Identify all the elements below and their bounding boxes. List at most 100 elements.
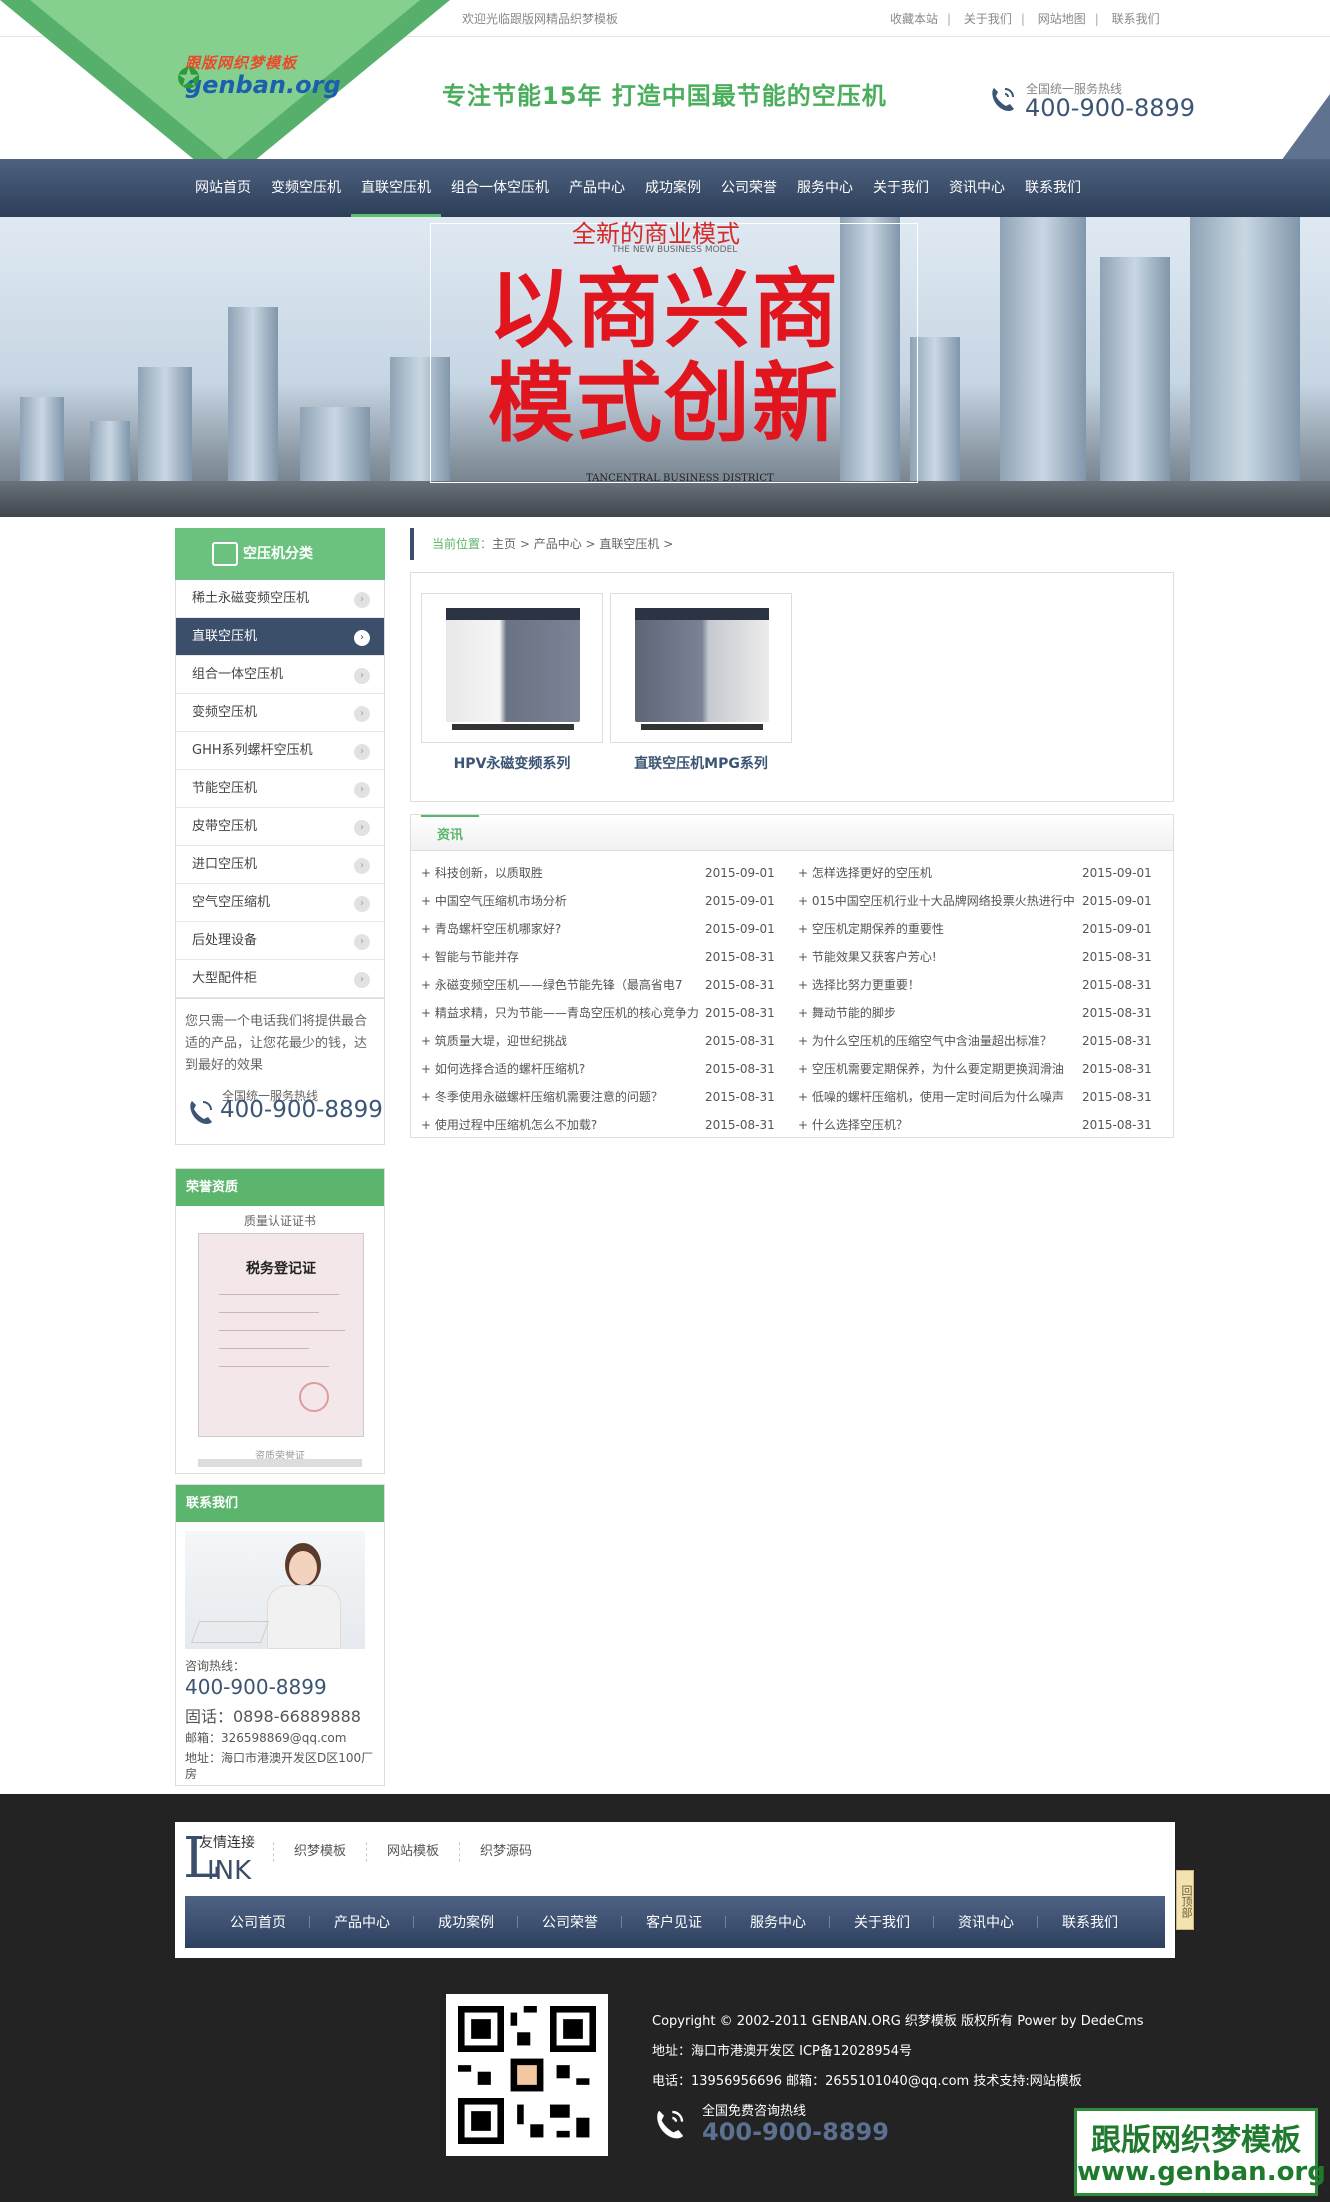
machine-top bbox=[446, 608, 580, 620]
news-item[interactable]: + 为什么空压机的压缩空气中含油量超出标准？ bbox=[798, 1027, 1074, 1055]
nav-item-news[interactable]: 资讯中心 bbox=[939, 159, 1015, 217]
category-item[interactable]: 稀土永磁变频空压机 › bbox=[176, 580, 384, 618]
machine-base bbox=[452, 724, 574, 730]
news-date: 2015-08-31 bbox=[1082, 978, 1152, 992]
footer-nav-products[interactable]: 产品中心 bbox=[310, 1912, 414, 1932]
top-link-sitemap[interactable]: 网站地图 bbox=[1038, 12, 1086, 26]
sidebar-heading: 空压机分类 bbox=[175, 528, 385, 580]
hotline-number: 400-900-8899 bbox=[1025, 94, 1196, 122]
nav-item-contact[interactable]: 联系我们 bbox=[1015, 159, 1091, 217]
news-item[interactable]: + 使用过程中压缩机怎么不加载? bbox=[421, 1111, 711, 1139]
category-item[interactable]: 组合一体空压机 › bbox=[176, 656, 384, 694]
honor-heading: 荣誉资质 bbox=[176, 1169, 384, 1206]
sidebar-note: 您只需一个电话我们将提供最合适的产品，让您花最少的钱，达到最好的效果 全国统一服… bbox=[175, 999, 385, 1145]
back-to-top-button[interactable]: 回顶部 bbox=[1176, 1870, 1194, 1930]
news-item[interactable]: + 青岛螺杆空压机哪家好? bbox=[421, 915, 711, 943]
footer-nav-testimonials[interactable]: 客户见证 bbox=[622, 1912, 726, 1932]
nav-item-about[interactable]: 关于我们 bbox=[863, 159, 939, 217]
footer-nav-contact[interactable]: 联系我们 bbox=[1038, 1912, 1142, 1932]
category-item[interactable]: 空气空压缩机 › bbox=[176, 884, 384, 922]
photo-face bbox=[289, 1551, 317, 1585]
site-logo[interactable]: ✪ 跟版网织梦模板 genban.org bbox=[177, 52, 341, 102]
nav-item-direct[interactable]: 直联空压机 bbox=[351, 159, 441, 217]
product-card[interactable] bbox=[610, 593, 792, 743]
honor-scrollbar[interactable] bbox=[198, 1459, 362, 1467]
category-item[interactable]: 皮带空压机 › bbox=[176, 808, 384, 846]
friend-link[interactable]: 网站模板 bbox=[366, 1842, 459, 1862]
top-link-about[interactable]: 关于我们 bbox=[964, 12, 1012, 26]
news-item[interactable]: + 舞动节能的脚步 bbox=[798, 999, 1074, 1027]
building-image bbox=[1100, 257, 1170, 517]
separator: | bbox=[1094, 12, 1099, 26]
news-item[interactable]: + 低噪的螺杆压缩机，使用一定时间后为什么噪声 bbox=[798, 1083, 1074, 1111]
logo-text-en: genban.org bbox=[185, 71, 341, 99]
news-date: 2015-08-31 bbox=[1082, 1062, 1152, 1076]
news-date: 2015-08-31 bbox=[1082, 1118, 1152, 1132]
compressor-image bbox=[635, 608, 769, 730]
news-item[interactable]: + 空压机定期保养的重要性 bbox=[798, 915, 1074, 943]
category-item[interactable]: GHH系列螺杆空压机 › bbox=[176, 732, 384, 770]
category-item[interactable]: 节能空压机 › bbox=[176, 770, 384, 808]
news-item[interactable]: + 冬季使用永磁螺杆压缩机需要注意的问题？ bbox=[421, 1083, 711, 1111]
news-date: 2015-09-01 bbox=[705, 866, 775, 880]
product-card[interactable] bbox=[421, 593, 603, 743]
breadcrumb-path[interactable]: 主页 > 产品中心 > 直联空压机 > bbox=[492, 537, 673, 551]
nav-item-service[interactable]: 服务中心 bbox=[787, 159, 863, 217]
footer-nav-about[interactable]: 关于我们 bbox=[830, 1912, 934, 1932]
chevron-right-icon: › bbox=[354, 934, 370, 950]
friend-links: 织梦模板 网站模板 织梦源码 bbox=[273, 1842, 552, 1862]
hero-banner[interactable]: 全新的商业模式 THE NEW BUSINESS MODEL 以商兴商 模式创新… bbox=[0, 217, 1330, 517]
news-item[interactable]: + 选择比努力更重要！ bbox=[798, 971, 1074, 999]
nav-item-vfd[interactable]: 变频空压机 bbox=[261, 159, 351, 217]
footer-nav-honor[interactable]: 公司荣誉 bbox=[518, 1912, 622, 1932]
news-item[interactable]: + 精益求精，只为节能——青岛空压机的核心竞争力 bbox=[421, 999, 701, 1027]
certificate-image[interactable]: 税务登记证 bbox=[198, 1233, 364, 1437]
photo-body bbox=[267, 1585, 341, 1649]
category-item[interactable]: 变频空压机 › bbox=[176, 694, 384, 732]
news-item[interactable]: + 节能效果又获客户芳心! bbox=[798, 943, 1074, 971]
news-item[interactable]: + 015中国空压机行业十大品牌网络投票火热进行中 bbox=[798, 887, 1074, 915]
news-item[interactable]: + 空压机需要定期保养，为什么要定期更换润滑油 bbox=[798, 1055, 1074, 1083]
news-item[interactable]: + 科技创新，以质取胜 bbox=[421, 859, 711, 887]
nav-item-home[interactable]: 网站首页 bbox=[185, 159, 261, 217]
nav-item-cases[interactable]: 成功案例 bbox=[635, 159, 711, 217]
news-date: 2015-08-31 bbox=[705, 978, 775, 992]
friend-links-box: L 友情连接 INK 织梦模板 网站模板 织梦源码 公司首页 产品中心 成功案例… bbox=[175, 1822, 1175, 1958]
link-letters: INK bbox=[207, 1856, 252, 1886]
news-item[interactable]: + 永磁变频空压机——绿色节能先锋（最高省电7 bbox=[421, 971, 701, 999]
chevron-right-icon: › bbox=[354, 782, 370, 798]
news-item[interactable]: + 如何选择合适的螺杆压缩机? bbox=[421, 1055, 711, 1083]
phone-icon bbox=[992, 88, 1014, 111]
news-item[interactable]: + 中国空气压缩机市场分析 bbox=[421, 887, 711, 915]
footer-nav-cases[interactable]: 成功案例 bbox=[414, 1912, 518, 1932]
news-item[interactable]: + 怎样选择更好的空压机 bbox=[798, 859, 1074, 887]
friend-link[interactable]: 织梦模板 bbox=[273, 1842, 366, 1862]
watermark-line1: 跟版网织梦模板 bbox=[1091, 2123, 1301, 2158]
nav-item-combo[interactable]: 组合一体空压机 bbox=[441, 159, 559, 217]
friend-link[interactable]: 织梦源码 bbox=[459, 1842, 552, 1862]
footer-nav-news[interactable]: 资讯中心 bbox=[934, 1912, 1038, 1932]
category-item[interactable]: 大型配件柜 › bbox=[176, 960, 384, 998]
qr-code bbox=[446, 1994, 608, 2156]
product-name[interactable]: 直联空压机MPG系列 bbox=[610, 753, 792, 773]
category-label: 节能空压机 bbox=[192, 781, 258, 796]
category-item[interactable]: 后处理设备 › bbox=[176, 922, 384, 960]
breadcrumb-prefix: 当前位置： bbox=[432, 537, 493, 551]
nav-item-honor[interactable]: 公司荣誉 bbox=[711, 159, 787, 217]
footer-nav-service[interactable]: 服务中心 bbox=[726, 1912, 830, 1932]
news-item[interactable]: + 智能与节能并存 bbox=[421, 943, 711, 971]
footer-nav-home[interactable]: 公司首页 bbox=[206, 1912, 310, 1932]
news-item[interactable]: + 筑质量大堤，迎世纪挑战 bbox=[421, 1027, 711, 1055]
top-link-bookmark[interactable]: 收藏本站 bbox=[890, 12, 938, 26]
category-item[interactable]: 进口空压机 › bbox=[176, 846, 384, 884]
news-date: 2015-09-01 bbox=[1082, 922, 1152, 936]
machine-body bbox=[635, 608, 769, 722]
category-item-active[interactable]: 直联空压机 › bbox=[176, 618, 384, 656]
product-name[interactable]: HPV永磁变频系列 bbox=[421, 753, 603, 773]
footer-nav: 公司首页 产品中心 成功案例 公司荣誉 客户见证 服务中心 关于我们 资讯中心 … bbox=[185, 1896, 1165, 1948]
news-item[interactable]: + 什么选择空压机？ bbox=[798, 1111, 1074, 1139]
banner-footer-text: TANCENTRAL BUSINESS DISTRICT bbox=[586, 473, 774, 484]
nav-item-products[interactable]: 产品中心 bbox=[559, 159, 635, 217]
top-link-contact[interactable]: 联系我们 bbox=[1112, 12, 1160, 26]
sidebar-hotline-number: 400-900-8899 bbox=[220, 1097, 383, 1123]
